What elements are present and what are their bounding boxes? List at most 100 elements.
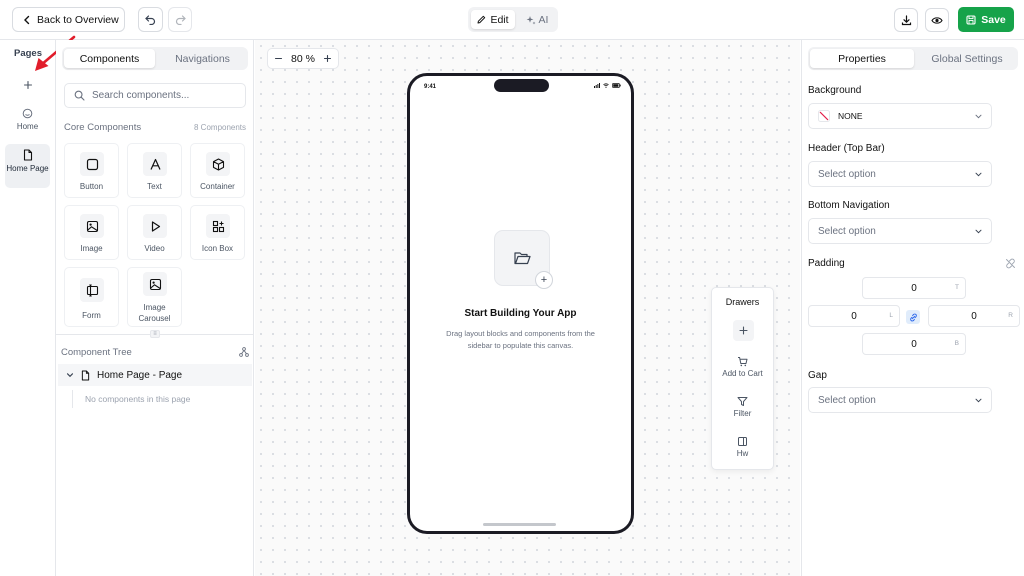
edit-mode-label: Edit bbox=[490, 13, 509, 26]
tile-label: Image bbox=[80, 244, 103, 253]
component-tile-image-carousel[interactable]: Image Carousel bbox=[127, 267, 182, 327]
form-icon bbox=[80, 278, 104, 302]
add-drawer-button[interactable] bbox=[733, 320, 754, 341]
save-button[interactable]: Save bbox=[958, 7, 1014, 32]
properties-panel: Properties Global Settings Background NO… bbox=[801, 40, 1024, 576]
properties-tabs: Properties Global Settings bbox=[808, 47, 1018, 70]
padding-bottom-value: 0 bbox=[911, 338, 917, 350]
resize-handle[interactable]: ≡ bbox=[150, 330, 160, 338]
search-icon bbox=[74, 90, 85, 101]
link-padding-button[interactable] bbox=[906, 310, 920, 324]
padding-bottom-input[interactable]: 0 B bbox=[862, 333, 966, 355]
chevron-left-icon bbox=[23, 15, 31, 25]
tab-navigations[interactable]: Navigations bbox=[159, 49, 246, 68]
panel-icon bbox=[712, 436, 773, 447]
empty-state-title: Start Building Your App bbox=[464, 308, 577, 319]
tree-node-label: Home Page - Page bbox=[97, 369, 183, 381]
padding-label: Padding bbox=[808, 258, 845, 269]
chevron-down-icon bbox=[66, 371, 74, 379]
padding-left-suffix: L bbox=[889, 312, 893, 319]
drawers-panel: Drawers Add to Cart Filter Hw bbox=[711, 287, 774, 470]
page-item-label: Home bbox=[16, 122, 39, 131]
preview-button[interactable] bbox=[925, 8, 949, 32]
tile-label: Button bbox=[79, 182, 104, 191]
padding-right-suffix: R bbox=[1008, 312, 1013, 319]
folder-open-icon bbox=[513, 251, 531, 265]
component-tile-container[interactable]: Container bbox=[190, 143, 245, 198]
plus-icon bbox=[739, 326, 748, 335]
download-button[interactable] bbox=[894, 8, 918, 32]
bottom-nav-label: Bottom Navigation bbox=[808, 200, 890, 211]
bottom-nav-select[interactable]: Select option bbox=[808, 218, 992, 244]
tab-properties[interactable]: Properties bbox=[810, 49, 914, 68]
tile-label: Icon Box bbox=[201, 244, 234, 253]
components-tabs: Components Navigations bbox=[62, 47, 248, 70]
top-bar: Back to Overview Edit AI Save bbox=[0, 0, 1024, 40]
drawer-item-filter[interactable]: Filter bbox=[712, 396, 773, 418]
padding-top-value: 0 bbox=[911, 282, 917, 294]
ai-mode-button[interactable]: AI bbox=[520, 10, 554, 29]
bottom-nav-value: Select option bbox=[818, 225, 876, 237]
zoom-unit: % bbox=[305, 52, 315, 65]
gap-value: Select option bbox=[818, 394, 876, 406]
zoom-out-button[interactable] bbox=[274, 54, 283, 63]
background-label: Background bbox=[808, 85, 862, 96]
redo-button[interactable] bbox=[168, 7, 192, 32]
component-tile-video[interactable]: Video bbox=[127, 205, 182, 260]
tile-label: Video bbox=[144, 244, 165, 253]
page-item-home-page[interactable]: Home Page bbox=[5, 144, 50, 188]
component-tile-icon-box[interactable]: Icon Box bbox=[190, 205, 245, 260]
battery-icon bbox=[612, 83, 621, 88]
hierarchy-icon[interactable] bbox=[239, 347, 249, 357]
zoom-readout: 80 % bbox=[291, 53, 315, 65]
design-canvas[interactable]: 80 % 9:41 + Start Building Your App Drag… bbox=[255, 40, 800, 576]
component-tree-title: Component Tree bbox=[61, 347, 132, 358]
header-select[interactable]: Select option bbox=[808, 161, 992, 187]
component-tile-image[interactable]: Image bbox=[64, 205, 119, 260]
add-page-button[interactable] bbox=[17, 76, 39, 94]
undo-button[interactable] bbox=[138, 7, 163, 32]
phone-frame[interactable]: 9:41 + Start Building Your App Drag layo… bbox=[407, 73, 634, 534]
drawer-item-label: Filter bbox=[733, 409, 752, 418]
padding-top-input[interactable]: 0 T bbox=[862, 277, 966, 299]
home-icon bbox=[5, 108, 50, 119]
empty-state-description: Drag layout blocks and components from t… bbox=[446, 329, 595, 350]
link-icon bbox=[909, 313, 918, 322]
back-to-overview-button[interactable]: Back to Overview bbox=[12, 7, 125, 32]
section-count: 8 Components bbox=[194, 123, 247, 132]
unlink-icon[interactable] bbox=[1005, 258, 1016, 269]
sparkle-icon bbox=[526, 15, 536, 25]
page-item-home[interactable]: Home bbox=[5, 108, 50, 138]
component-tile-text[interactable]: Text bbox=[127, 143, 182, 198]
padding-left-input[interactable]: 0 L bbox=[808, 305, 900, 327]
zoom-in-button[interactable] bbox=[323, 54, 332, 63]
tree-node-home-page[interactable]: Home Page - Page bbox=[58, 364, 252, 386]
padding-bottom-suffix: B bbox=[954, 340, 959, 347]
drawer-item-label: Add to Cart bbox=[722, 369, 763, 378]
background-select[interactable]: NONE bbox=[808, 103, 992, 129]
tile-label: Container bbox=[200, 182, 235, 191]
padding-left-value: 0 bbox=[851, 310, 857, 322]
header-value: Select option bbox=[818, 168, 876, 180]
pages-rail: Pages Home Home Page bbox=[0, 40, 56, 576]
edit-mode-button[interactable]: Edit bbox=[471, 10, 515, 29]
file-icon bbox=[5, 149, 50, 161]
tab-global-settings[interactable]: Global Settings bbox=[918, 49, 1016, 68]
add-block-button[interactable]: + bbox=[535, 271, 553, 289]
drawer-item-add-to-cart[interactable]: Add to Cart bbox=[712, 356, 773, 378]
gap-select[interactable]: Select option bbox=[808, 387, 992, 413]
tab-components[interactable]: Components bbox=[64, 49, 155, 68]
filter-icon bbox=[712, 396, 773, 407]
background-value: NONE bbox=[838, 111, 863, 121]
component-tile-form[interactable]: Form bbox=[64, 267, 119, 327]
drawer-item-hw[interactable]: Hw bbox=[712, 436, 773, 458]
wifi-icon bbox=[603, 83, 609, 88]
search-input[interactable] bbox=[92, 90, 232, 101]
dynamic-island bbox=[494, 79, 549, 92]
icon-box-icon bbox=[206, 214, 230, 238]
component-tile-button[interactable]: Button bbox=[64, 143, 119, 198]
back-button-label: Back to Overview bbox=[37, 13, 119, 26]
padding-right-input[interactable]: 0 R bbox=[928, 305, 1020, 327]
eye-icon bbox=[931, 16, 943, 25]
play-icon bbox=[143, 214, 167, 238]
